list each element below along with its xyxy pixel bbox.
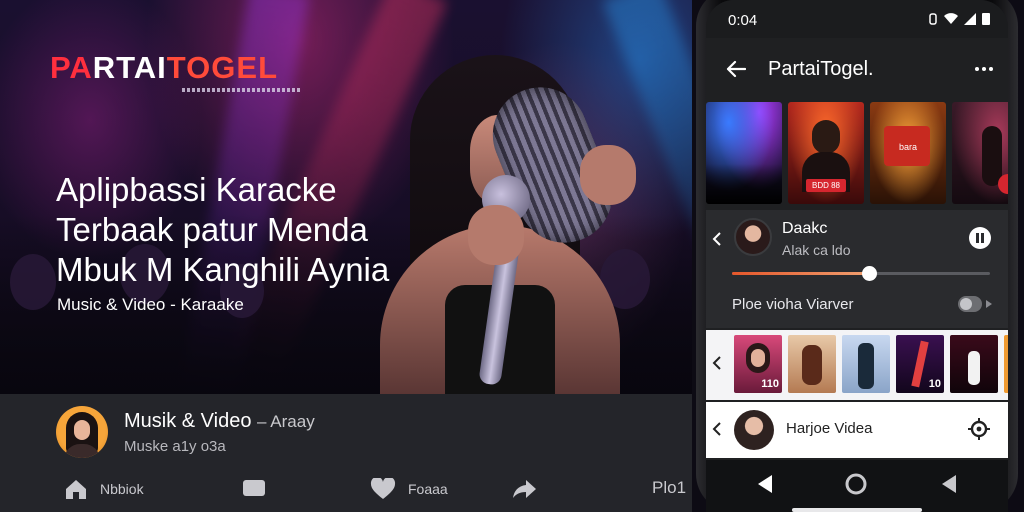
video-author-avatar bbox=[734, 410, 774, 450]
shelf-item[interactable]: 110 bbox=[734, 335, 782, 393]
shelf-item[interactable] bbox=[842, 335, 890, 393]
featured-thumb[interactable]: BDD 88 bbox=[788, 102, 864, 204]
logo-tagline bbox=[182, 88, 300, 92]
app-bar: PartaiTogel. bbox=[706, 38, 1008, 98]
shelf-item[interactable]: 10 bbox=[896, 335, 944, 393]
channel-bar: Musik & Video – Araay Muske a1y o3a Nbbi… bbox=[0, 394, 692, 512]
hero-headline: Aplipbassi Karacke Terbaak patur Menda M… bbox=[56, 170, 389, 290]
channel-subtitle: Muske a1y o3a bbox=[124, 438, 226, 455]
back-triangle-icon[interactable] bbox=[756, 474, 774, 494]
headline-line-1: Aplipbassi Karacke bbox=[56, 171, 337, 208]
shelf-item-count: 10 bbox=[928, 378, 941, 390]
channel-title[interactable]: Musik & Video – Araay bbox=[124, 410, 315, 433]
nav-favorites-label: Foaaa bbox=[408, 481, 448, 497]
home-icon bbox=[66, 480, 86, 499]
wifi-icon bbox=[944, 12, 958, 24]
status-bar: 0:04 bbox=[706, 0, 1008, 38]
shelf-prev-icon[interactable] bbox=[712, 356, 722, 370]
battery-icon bbox=[982, 13, 990, 25]
signal-icon bbox=[964, 12, 976, 25]
video-list-item[interactable]: Harjoe Videa bbox=[706, 402, 1008, 458]
nav-share[interactable] bbox=[512, 478, 538, 500]
video-shelf: 110 10 bbox=[706, 330, 1008, 400]
shelf-item-count: 110 bbox=[761, 378, 779, 390]
thumb-tag: BDD 88 bbox=[805, 179, 847, 192]
playback-progress bbox=[732, 272, 869, 275]
system-navigation-bar bbox=[706, 460, 1008, 512]
headline-line-3: Mbuk M Kanghili Aynia bbox=[56, 251, 390, 288]
featured-thumb[interactable]: bara bbox=[870, 102, 946, 204]
share-icon bbox=[513, 480, 536, 498]
collapse-chevron-icon[interactable] bbox=[712, 232, 722, 246]
nav-profile[interactable]: Plo1 bbox=[652, 478, 686, 498]
nav-profile-label: Plo1 bbox=[652, 478, 687, 497]
channel-title-suffix: – Araay bbox=[257, 412, 315, 431]
more-options-icon[interactable] bbox=[974, 66, 994, 72]
now-playing-subtitle: Alak ca ldo bbox=[782, 242, 851, 258]
app-title: PartaiTogel. bbox=[768, 58, 874, 80]
singer-photo bbox=[350, 55, 636, 394]
vibrate-icon bbox=[929, 12, 937, 25]
featured-thumb[interactable] bbox=[952, 102, 1008, 204]
back-arrow-icon[interactable] bbox=[726, 60, 746, 78]
shelf-item[interactable] bbox=[950, 335, 998, 393]
headline-line-2: Terbaak patur Menda bbox=[56, 211, 368, 248]
shelf-item[interactable] bbox=[1004, 335, 1008, 393]
collapse-chevron-icon[interactable] bbox=[712, 422, 722, 436]
thumb-tag: bara bbox=[898, 142, 918, 152]
heart-icon bbox=[370, 478, 396, 499]
chevron-right-icon bbox=[986, 300, 992, 308]
recents-triangle-icon[interactable] bbox=[940, 474, 958, 494]
home-circle-icon[interactable] bbox=[844, 472, 868, 496]
phone-screen: 0:04 PartaiTogel. BDD 88 bara Daakc Alak… bbox=[706, 0, 1008, 512]
hero-subline: Music & Video - Karaake bbox=[57, 295, 244, 314]
nav-messages[interactable] bbox=[242, 478, 266, 498]
hero-banner: PARTAITOGEL Aplipbassi Karacke Terbaak p… bbox=[0, 0, 692, 394]
channel-avatar[interactable] bbox=[56, 406, 108, 458]
settings-icon[interactable] bbox=[968, 418, 990, 440]
now-playing-title: Daakc bbox=[782, 220, 828, 237]
status-time: 0:04 bbox=[728, 12, 758, 29]
playback-knob[interactable] bbox=[861, 266, 877, 281]
nav-home[interactable]: Nbbiok bbox=[64, 478, 144, 500]
playback-slider[interactable] bbox=[732, 266, 990, 281]
pause-button[interactable] bbox=[968, 226, 992, 250]
nav-home-label: Nbbiok bbox=[100, 481, 144, 497]
featured-thumb[interactable] bbox=[706, 102, 782, 204]
option-label: Ploe vioha Viarver bbox=[732, 296, 854, 313]
play-badge-icon bbox=[998, 174, 1008, 194]
brand-logo: PARTAITOGEL bbox=[50, 50, 279, 85]
now-playing-panel: Daakc Alak ca ldo Ploe vioha Viarver bbox=[706, 210, 1008, 328]
featured-carousel: BDD 88 bara bbox=[706, 102, 1008, 206]
shelf-item[interactable] bbox=[788, 335, 836, 393]
message-icon bbox=[243, 480, 265, 496]
option-toggle[interactable] bbox=[958, 296, 982, 312]
phone-mockup: 0:04 PartaiTogel. BDD 88 bara Daakc Alak… bbox=[692, 0, 1024, 512]
video-list-label: Harjoe Videa bbox=[786, 420, 873, 437]
artist-avatar bbox=[734, 218, 772, 256]
home-indicator bbox=[792, 508, 922, 512]
nav-favorites[interactable]: Foaaa bbox=[370, 478, 448, 500]
